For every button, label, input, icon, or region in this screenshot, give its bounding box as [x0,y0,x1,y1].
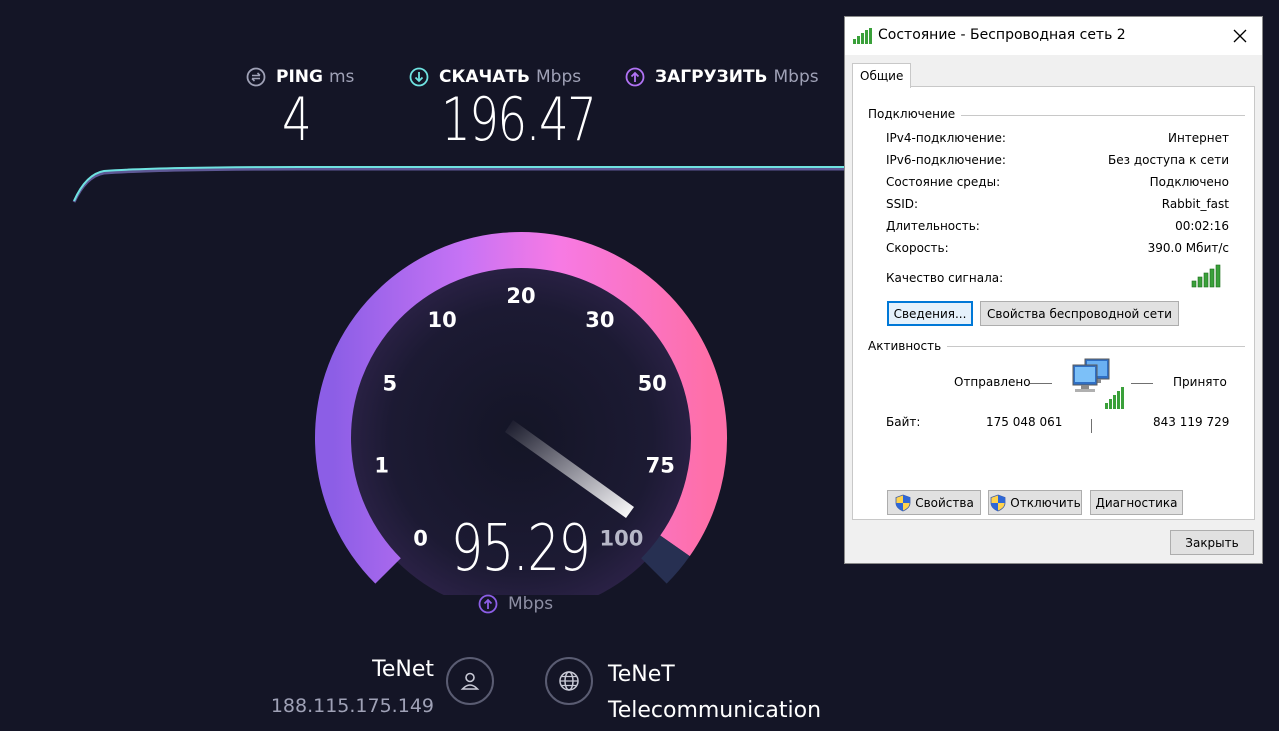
media-state-value: Подключено [1149,175,1229,189]
diagnostics-button[interactable]: Диагностика [1090,490,1183,515]
gauge-remaining-arc [640,535,690,584]
shield-icon [895,494,911,511]
gauge-tick-label: 30 [585,308,614,332]
network-computers-icon [1072,358,1124,409]
server-name[interactable]: TeNeT Telecommunication [608,657,821,729]
ipv6-label: IPv6-подключение: [886,153,1006,167]
upload-unit: Mbps [773,67,819,87]
bytes-sent-value: 175 048 061 [986,415,1063,429]
wireless-status-dialog: Состояние - Беспроводная сеть 2 Общие По… [844,16,1263,564]
gauge-tick-label: 20 [506,284,535,308]
user-icon[interactable] [446,657,494,705]
ipv4-label: IPv4-подключение: [886,131,1006,145]
current-speed-unit-label: Mbps [508,594,554,614]
close-button[interactable]: Закрыть [1170,530,1254,555]
general-panel: Подключение IPv4-подключение: Интернет I… [852,86,1255,520]
duration-value: 00:02:16 [1175,219,1229,233]
upload-metric: ЗАГРУЗИТЬ Mbps [625,62,819,92]
wifi-signal-icon [853,28,872,44]
download-speed-graph [72,166,846,203]
activity-divider [1091,419,1092,433]
graph-line [73,166,846,202]
media-state-label: Состояние среды: [886,175,1001,189]
received-connector [1131,383,1153,384]
gauge-tick-label: 5 [382,372,397,396]
bytes-received-value: 843 119 729 [1153,415,1230,429]
ipv6-value: Без доступа к сети [1108,153,1229,167]
gauge-tick-label: 10 [427,308,456,332]
ssid-value: Rabbit_fast [1161,197,1229,211]
ipv4-value: Интернет [1167,131,1229,145]
wireless-properties-button[interactable]: Свойства беспроводной сети [980,301,1179,326]
upload-arrow-icon [625,67,645,87]
ssid-label: SSID: [886,197,919,211]
details-button[interactable]: Сведения... [887,301,973,326]
close-icon[interactable] [1228,24,1252,48]
duration-label: Длительность: [886,219,980,233]
upload-arrow-icon [478,594,498,614]
sent-label: Отправлено [954,375,1031,389]
current-speed-value: 95.29 [450,512,591,586]
gauge-tick-label: 1 [374,454,389,478]
current-speed-unit: Mbps [478,592,553,616]
received-label: Принято [1173,375,1227,389]
shield-icon [990,494,1006,511]
tab-general[interactable]: Общие [852,63,912,88]
bytes-label: Байт: [886,415,921,429]
signal-strength-icon [1191,264,1221,288]
sent-connector [1030,383,1052,384]
ping-icon [246,67,266,87]
gauge-tick-label: 100 [599,526,643,550]
graph-line-shadow [72,167,846,203]
gauge-tick-label: 50 [638,372,667,396]
isp-name: TeNet [372,657,434,682]
speed-label: Скорость: [886,241,949,255]
globe-icon[interactable] [545,657,593,705]
download-arrow-icon [409,67,429,87]
properties-button-label: Свойства [915,495,974,510]
server-name-line1: TeNeT [608,662,675,687]
disable-button-label: Отключить [1010,495,1081,510]
dialog-title: Состояние - Беспроводная сеть 2 [878,27,1126,43]
upload-label: ЗАГРУЗИТЬ [655,67,768,87]
properties-button[interactable]: Свойства [887,490,981,515]
speed-value: 390.0 Мбит/с [1147,241,1229,255]
signal-quality-label: Качество сигнала: [886,271,1004,285]
disable-button[interactable]: Отключить [988,490,1082,515]
isp-ip: 188.115.175.149 [270,695,434,717]
activity-group-title: Активность [868,339,948,353]
gauge-tick-label: 75 [646,454,675,478]
connection-group-title: Подключение [868,107,962,121]
gauge-tick-label: 0 [413,526,428,550]
dialog-titlebar[interactable]: Состояние - Беспроводная сеть 2 [845,17,1262,55]
ping-unit: ms [328,67,355,87]
server-name-line2: Telecommunication [608,698,822,723]
